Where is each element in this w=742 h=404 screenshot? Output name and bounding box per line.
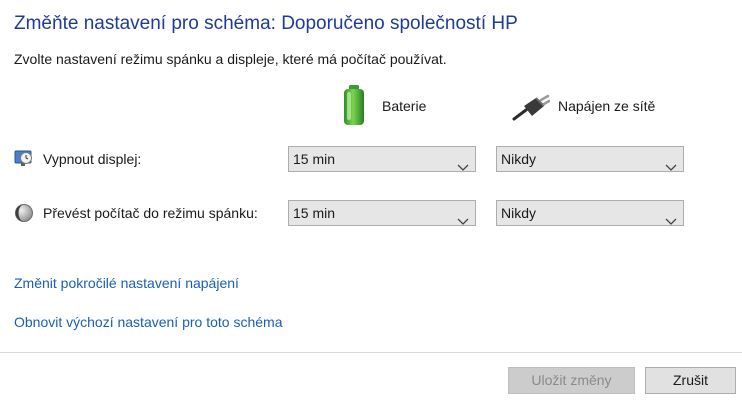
display-plugged-value: Nikdy: [501, 151, 537, 167]
sleep-label: Převést počítač do režimu spánku:: [43, 205, 258, 221]
sleep-battery-select[interactable]: 15 min: [288, 200, 476, 226]
cancel-button[interactable]: Zrušit: [645, 367, 736, 394]
restore-defaults-link[interactable]: Obnovit výchozí nastavení pro toto schém…: [14, 314, 282, 330]
sleep-plugged-value: Nikdy: [501, 205, 537, 221]
display-plugged-select[interactable]: Nikdy: [496, 146, 684, 172]
plugged-column-label: Napájen ze sítě: [558, 98, 656, 114]
sleep-battery-value: 15 min: [293, 205, 336, 221]
sleep-plugged-select[interactable]: Nikdy: [496, 200, 684, 226]
footer-divider: [0, 352, 742, 353]
save-changes-button[interactable]: Uložit změny: [508, 367, 635, 394]
chevron-down-icon: [665, 155, 677, 171]
turn-off-display-label: Vypnout displej:: [43, 151, 142, 167]
power-plug-icon: [512, 94, 551, 122]
chevron-down-icon: [665, 209, 677, 225]
chevron-down-icon: [457, 155, 469, 171]
advanced-power-settings-link[interactable]: Změnit pokročilé nastavení napájení: [14, 275, 239, 291]
battery-icon: [343, 84, 365, 126]
display-battery-select[interactable]: 15 min: [288, 146, 476, 172]
moon-sleep-icon: [14, 203, 34, 223]
display-battery-value: 15 min: [293, 151, 336, 167]
chevron-down-icon: [457, 209, 469, 225]
page-title: Změňte nastavení pro schéma: Doporučeno …: [14, 13, 518, 34]
battery-column-label: Baterie: [382, 98, 427, 114]
page-subtitle: Zvolte nastavení režimu spánku a displej…: [14, 51, 447, 67]
display-clock-icon: [14, 149, 34, 167]
